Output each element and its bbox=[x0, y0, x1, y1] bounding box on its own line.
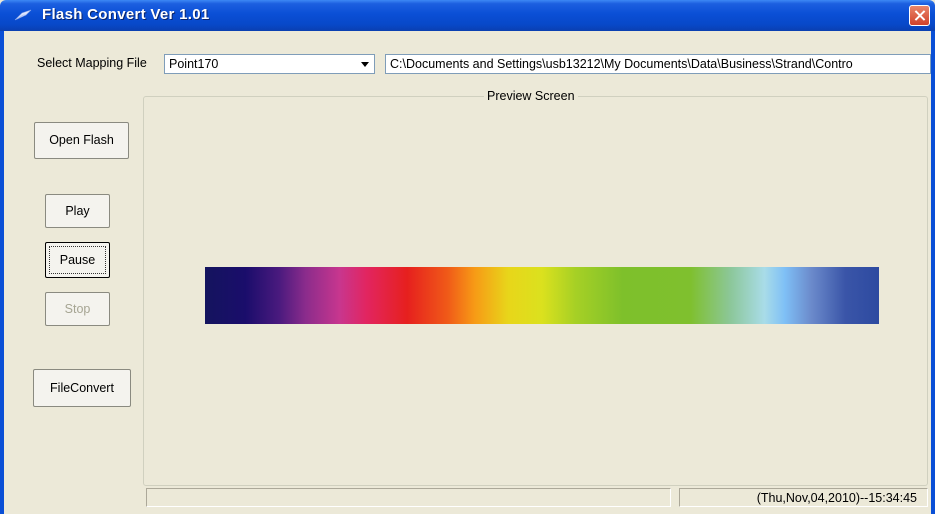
status-panel-left bbox=[146, 488, 671, 507]
mapping-file-path: C:\Documents and Settings\usb13212\My Do… bbox=[390, 57, 853, 71]
status-panel-time: (Thu,Nov,04,2010)--15:34:45 bbox=[679, 488, 928, 507]
app-icon bbox=[14, 9, 32, 21]
title-bar[interactable]: Flash Convert Ver 1.01 bbox=[0, 0, 935, 31]
stop-button[interactable]: Stop bbox=[45, 292, 110, 326]
color-spectrum-preview bbox=[205, 267, 879, 324]
stop-label: Stop bbox=[64, 302, 91, 316]
open-flash-button[interactable]: Open Flash bbox=[34, 122, 129, 159]
play-button[interactable]: Play bbox=[45, 194, 110, 228]
mapping-file-label: Select Mapping File bbox=[37, 56, 147, 70]
preview-title: Preview Screen bbox=[484, 89, 578, 103]
open-flash-label: Open Flash bbox=[49, 133, 114, 147]
mapping-file-path-field[interactable]: C:\Documents and Settings\usb13212\My Do… bbox=[385, 54, 931, 74]
play-label: Play bbox=[65, 204, 90, 218]
close-button[interactable] bbox=[909, 5, 930, 26]
window-title: Flash Convert Ver 1.01 bbox=[42, 6, 210, 23]
focus-rect bbox=[49, 246, 106, 274]
chevron-down-icon[interactable] bbox=[357, 56, 373, 72]
mapping-file-select[interactable]: Point170 bbox=[164, 54, 375, 74]
window-border-right bbox=[931, 31, 935, 514]
file-convert-button[interactable]: FileConvert bbox=[33, 369, 131, 407]
pause-button[interactable]: Pause bbox=[45, 242, 110, 278]
mapping-file-value: Point170 bbox=[169, 57, 219, 71]
file-convert-label: FileConvert bbox=[50, 381, 114, 395]
window-border-left bbox=[0, 31, 4, 514]
status-timestamp: (Thu,Nov,04,2010)--15:34:45 bbox=[756, 491, 917, 505]
app-window: Flash Convert Ver 1.01 Select Mapping Fi… bbox=[0, 0, 935, 514]
